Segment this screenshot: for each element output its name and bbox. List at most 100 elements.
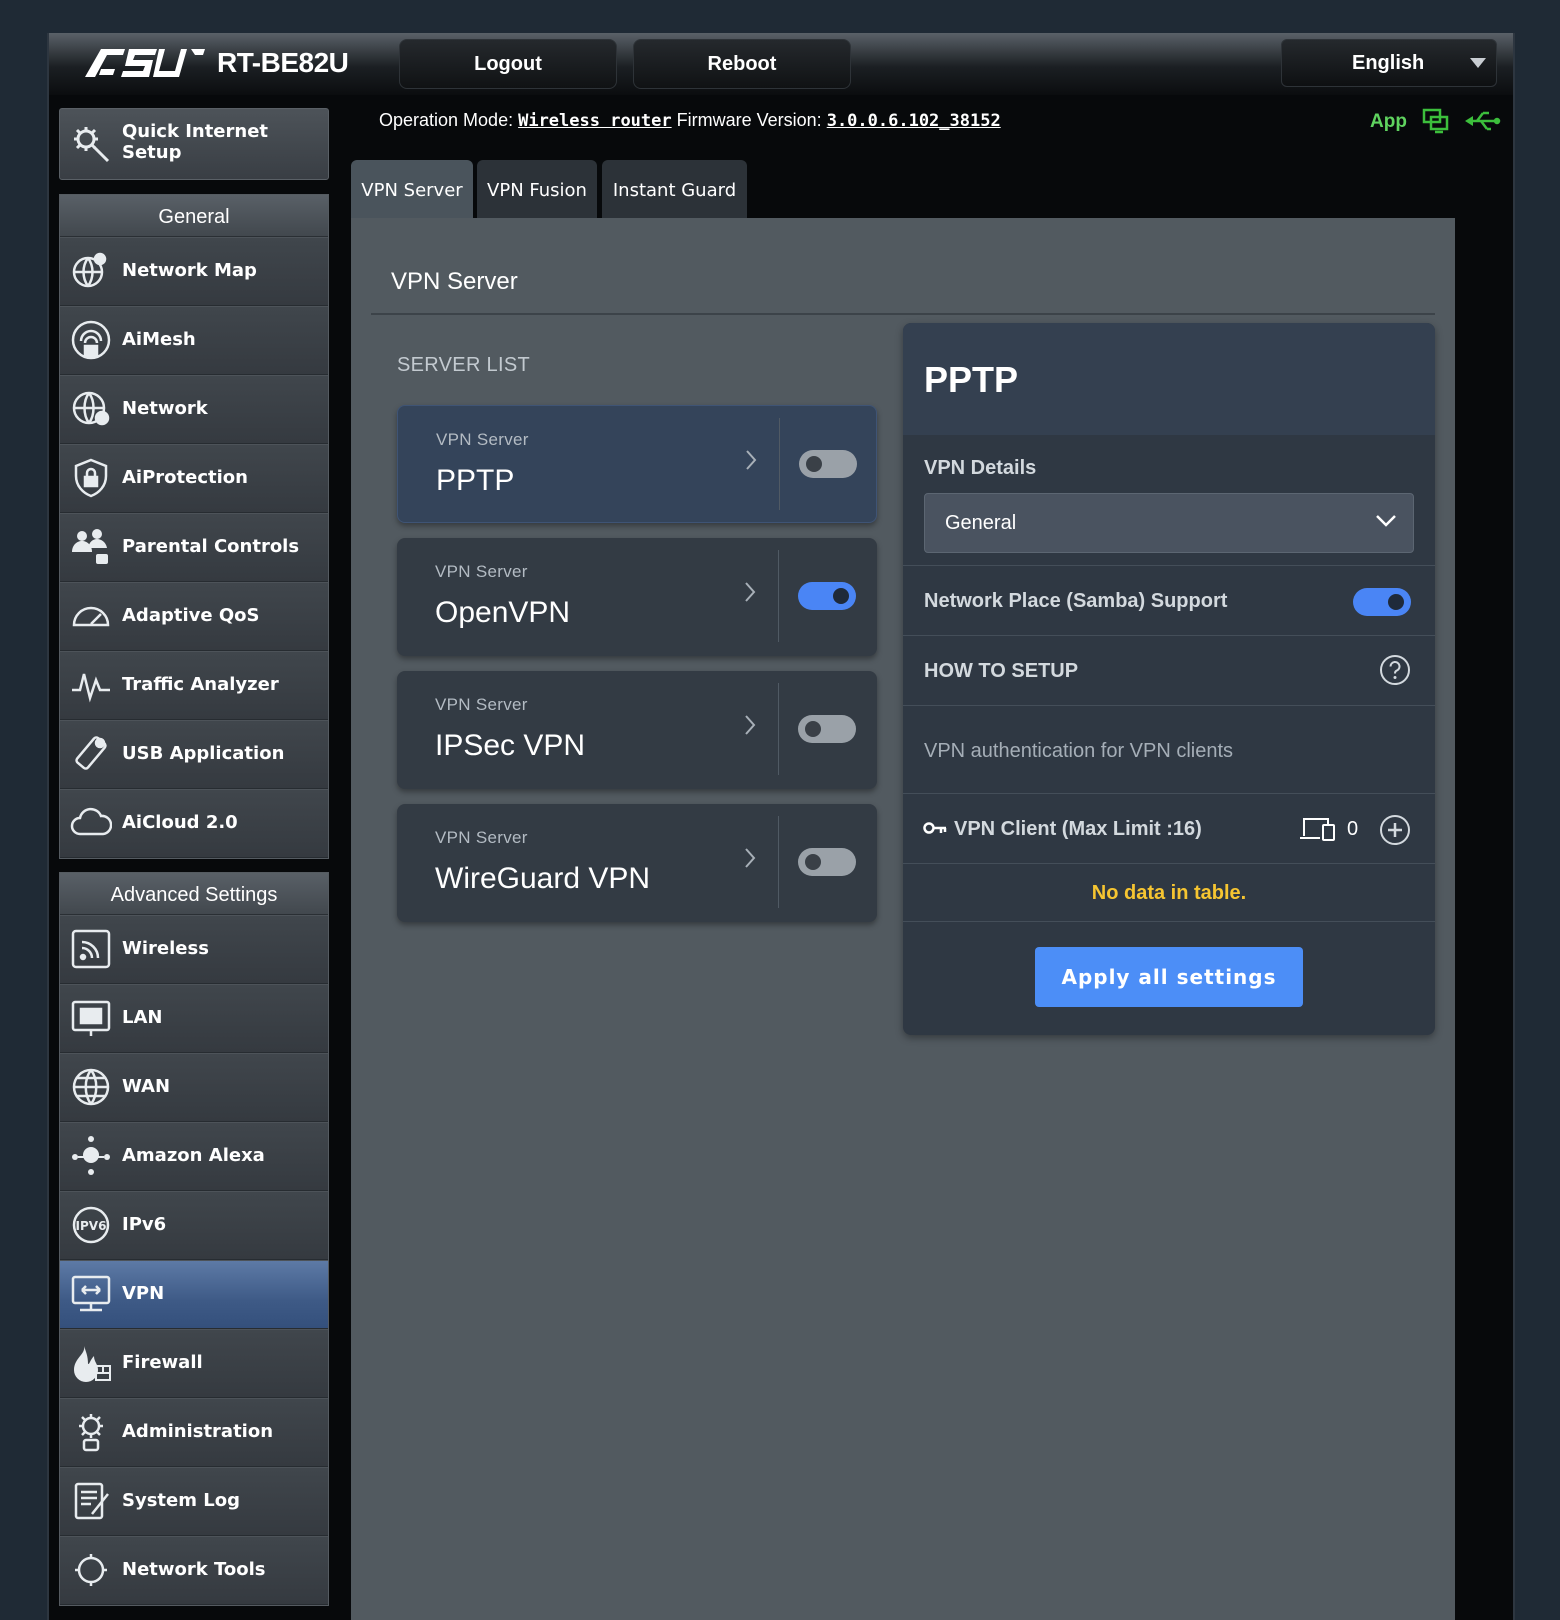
wan-globe-icon	[70, 1066, 112, 1108]
sidebar-item-traffic-analyzer[interactable]: Traffic Analyzer	[60, 651, 328, 720]
router-admin-window: RT-BE82U Logout Reboot English Operation…	[47, 33, 1515, 1620]
firmware-version-link[interactable]: 3.0.0.6.102_38152	[827, 111, 1001, 131]
general-menu: General Network Map AiMesh Network AiPro…	[59, 194, 329, 859]
reboot-button[interactable]: Reboot	[633, 39, 851, 89]
logout-button[interactable]: Logout	[399, 39, 617, 89]
tab-instant-guard[interactable]: Instant Guard	[602, 160, 747, 220]
aiprotection-icon	[70, 457, 112, 499]
ipsec-enable-toggle[interactable]	[798, 715, 856, 743]
sidebar-item-aimesh[interactable]: AiMesh	[60, 306, 328, 375]
vpn-icon	[70, 1273, 112, 1315]
server-card-name: OpenVPN	[435, 596, 571, 629]
title-divider	[371, 313, 1435, 315]
sidebar-item-label: AiProtection	[122, 467, 248, 488]
sidebar-item-label: Network Map	[122, 260, 257, 281]
vpn-details-select[interactable]: General	[924, 493, 1414, 553]
sidebar-item-aiprotection[interactable]: AiProtection	[60, 444, 328, 513]
sidebar-item-network-tools[interactable]: Network Tools	[60, 1536, 328, 1605]
usb-application-icon	[70, 733, 112, 775]
sidebar-item-label: Traffic Analyzer	[122, 674, 279, 695]
server-card-name: IPSec VPN	[435, 729, 586, 762]
how-to-setup-label: HOW TO SETUP	[924, 660, 1079, 682]
apply-all-settings-button[interactable]: Apply all settings	[1035, 947, 1303, 1007]
administration-icon	[70, 1411, 112, 1453]
samba-support-toggle[interactable]	[1353, 588, 1411, 616]
wireguard-enable-toggle[interactable]	[798, 848, 856, 876]
sidebar-item-system-log[interactable]: System Log	[60, 1467, 328, 1536]
sidebar-item-amazon-alexa[interactable]: Amazon Alexa	[60, 1122, 328, 1191]
openvpn-enable-toggle[interactable]	[798, 582, 856, 610]
operation-mode-link[interactable]: Wireless router	[518, 111, 672, 131]
sidebar-item-aicloud[interactable]: AiCloud 2.0	[60, 789, 328, 858]
sidebar-item-label: WAN	[122, 1076, 171, 1097]
firewall-icon	[70, 1342, 112, 1384]
add-client-icon[interactable]	[1379, 814, 1411, 851]
sidebar-item-label: IPv6	[122, 1214, 167, 1235]
sidebar-item-ipv6[interactable]: IPV6 IPv6	[60, 1191, 328, 1260]
lan-icon	[70, 997, 112, 1039]
monitor-status-icon[interactable]	[1421, 107, 1451, 140]
sidebar-item-label: Network Tools	[122, 1559, 266, 1580]
server-card-subtitle: VPN Server	[436, 430, 529, 449]
sidebar-item-label: Parental Controls	[122, 536, 300, 557]
sidebar-item-label: USB Application	[122, 743, 285, 764]
card-divider	[778, 683, 779, 775]
sidebar-item-administration[interactable]: Administration	[60, 1398, 328, 1467]
sidebar-item-wireless[interactable]: Wireless	[60, 915, 328, 984]
tab-vpn-fusion[interactable]: VPN Fusion	[477, 160, 597, 220]
vpn-details-row: VPN Details General	[903, 435, 1435, 566]
system-log-icon	[70, 1480, 112, 1522]
operation-info: Operation Mode: Wireless router Firmware…	[379, 110, 1001, 131]
sidebar-item-network[interactable]: Network	[60, 375, 328, 444]
pptp-enable-toggle[interactable]	[799, 450, 857, 478]
card-divider	[778, 816, 779, 908]
sidebar-item-parental-controls[interactable]: Parental Controls	[60, 513, 328, 582]
svg-text:IPV6: IPV6	[76, 1219, 107, 1233]
server-card-subtitle: VPN Server	[435, 828, 528, 847]
advanced-settings-menu: Advanced Settings Wireless LAN WAN Amazo…	[59, 872, 329, 1606]
parental-controls-icon	[70, 526, 112, 568]
server-card-subtitle: VPN Server	[435, 695, 528, 714]
sidebar-item-label: VPN	[122, 1283, 165, 1304]
sidebar-item-wan[interactable]: WAN	[60, 1053, 328, 1122]
server-card-name: PPTP	[436, 464, 515, 497]
usb-status-icon[interactable]	[1465, 109, 1501, 138]
sidebar-item-firewall[interactable]: Firewall	[60, 1329, 328, 1398]
chevron-right-icon[interactable]	[744, 448, 758, 477]
chevron-right-icon[interactable]	[743, 580, 757, 609]
aimesh-icon	[70, 319, 112, 361]
help-question-icon[interactable]	[1379, 654, 1411, 691]
dropdown-arrow-icon	[1470, 58, 1486, 68]
sidebar-item-label: System Log	[122, 1490, 240, 1511]
how-to-setup-row[interactable]: HOW TO SETUP	[903, 636, 1435, 706]
server-card-openvpn[interactable]: VPN Server OpenVPN	[397, 538, 877, 656]
server-card-ipsec[interactable]: VPN Server IPSec VPN	[397, 671, 877, 789]
sidebar-item-label: Administration	[122, 1421, 274, 1442]
general-header: General	[60, 195, 328, 237]
app-link[interactable]: App	[1370, 111, 1407, 133]
network-tools-icon	[70, 1549, 112, 1591]
chevron-right-icon[interactable]	[743, 713, 757, 742]
language-value: English	[1352, 52, 1425, 74]
sidebar-item-vpn[interactable]: VPN	[60, 1260, 328, 1329]
pptp-settings-panel: PPTP VPN Details General Network Place (…	[903, 323, 1435, 1035]
server-card-subtitle: VPN Server	[435, 562, 528, 581]
client-table-empty-row: No data in table.	[903, 864, 1435, 922]
sidebar-item-label: AiMesh	[122, 329, 196, 350]
auth-description: VPN authentication for VPN clients	[924, 740, 1234, 762]
sidebar-item-label: Amazon Alexa	[122, 1145, 265, 1166]
top-header: RT-BE82U Logout Reboot English	[49, 33, 1513, 95]
sidebar-item-lan[interactable]: LAN	[60, 984, 328, 1053]
chevron-right-icon[interactable]	[743, 846, 757, 875]
sidebar-item-label: LAN	[122, 1007, 163, 1028]
tab-vpn-server[interactable]: VPN Server	[351, 160, 473, 220]
auth-info-row: VPN authentication for VPN clients	[903, 706, 1435, 794]
server-card-wireguard[interactable]: VPN Server WireGuard VPN	[397, 804, 877, 922]
quick-internet-setup-button[interactable]: Quick Internet Setup	[59, 108, 329, 180]
server-card-pptp[interactable]: VPN Server PPTP	[397, 405, 877, 523]
sidebar-item-network-map[interactable]: Network Map	[60, 237, 328, 306]
language-select[interactable]: English	[1281, 39, 1497, 87]
sidebar-item-usb-application[interactable]: USB Application	[60, 720, 328, 789]
aicloud-icon	[70, 802, 113, 844]
sidebar-item-adaptive-qos[interactable]: Adaptive QoS	[60, 582, 328, 651]
